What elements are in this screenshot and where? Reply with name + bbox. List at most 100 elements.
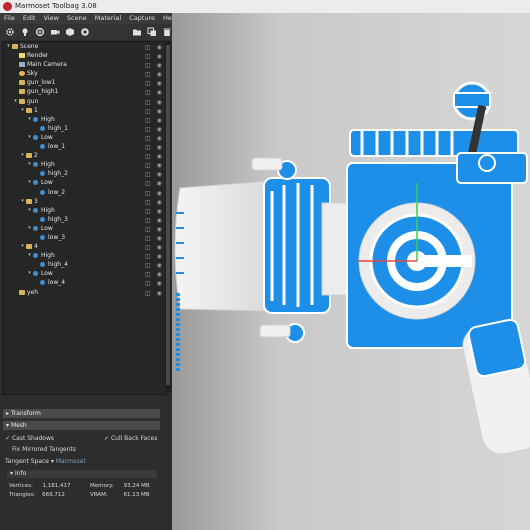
outline-item[interactable]: ▾ Scene ◫ ◉ xyxy=(3,42,165,51)
check-icon: ✓ xyxy=(5,435,11,442)
outline-item[interactable]: low_3 ◫ ◉ xyxy=(3,233,165,242)
render-icon xyxy=(19,53,25,59)
outline-item[interactable]: ▾ High ◫ ◉ xyxy=(3,206,165,215)
outline-item-label: low_4 xyxy=(48,279,66,287)
outline-item[interactable]: ▾ High ◫ ◉ xyxy=(3,115,165,124)
collapse-arrow-icon: ▾ xyxy=(10,470,14,477)
delete-icon[interactable] xyxy=(161,27,172,38)
outline-item-label: Low xyxy=(41,224,53,232)
triangles-label: Triangles: xyxy=(9,492,36,498)
gear-icon[interactable] xyxy=(4,27,15,38)
outline-item[interactable]: ▾ Low ◫ ◉ xyxy=(3,178,165,187)
folder-icon xyxy=(19,80,25,86)
outline-item[interactable]: ▾ Low ◫ ◉ xyxy=(3,224,165,233)
outline-item[interactable]: low_2 ◫ ◉ xyxy=(3,188,165,197)
outline-item[interactable]: low_4 ◫ ◉ xyxy=(3,278,165,287)
cast-shadows-checkbox[interactable]: ✓ Cast Shadows xyxy=(5,435,54,443)
duplicate-icon[interactable] xyxy=(146,27,157,38)
outline-scrollbar[interactable] xyxy=(165,41,171,393)
mesh-section-header[interactable]: ▾ Mesh xyxy=(3,421,160,430)
outline-item[interactable]: high_3 ◫ ◉ xyxy=(3,215,165,224)
fix-mirrored-tangents-label: Fix Mirrored Tangents xyxy=(12,446,77,453)
outline-item-label: gun_high1 xyxy=(27,88,59,96)
collapse-arrow-icon[interactable]: ▾ xyxy=(27,224,32,233)
outline-item[interactable]: high_1 ◫ ◉ xyxy=(3,124,165,133)
dropdown-arrow-icon: ▾ xyxy=(50,458,54,465)
outline-item-label: low_2 xyxy=(48,188,66,196)
menu-material[interactable]: Material xyxy=(91,13,125,24)
collapse-arrow-icon[interactable]: ▾ xyxy=(27,115,32,124)
outline-item[interactable]: ▾ 3 ◫ ◉ xyxy=(3,197,165,206)
scene-toolbar xyxy=(0,24,172,41)
transform-section-header[interactable]: ▸ Transform xyxy=(3,409,160,418)
outline-item[interactable]: Sky ◫ ◉ xyxy=(3,69,165,78)
outline-item[interactable]: ▾ Low ◫ ◉ xyxy=(3,133,165,142)
mesh-icon xyxy=(40,144,45,150)
collapse-arrow-icon[interactable]: ▾ xyxy=(27,178,32,187)
cull-back-faces-checkbox[interactable]: ✓ Cull Back Faces xyxy=(104,435,157,443)
folder-icon xyxy=(19,89,25,95)
folder-icon[interactable] xyxy=(131,27,142,38)
vram-row: VRAM: 61.13 MB xyxy=(90,491,150,499)
collapse-arrow-icon[interactable]: ▾ xyxy=(20,151,25,160)
collapse-arrow-icon[interactable]: ▾ xyxy=(13,97,18,106)
object-icon[interactable] xyxy=(64,27,75,38)
menu-edit[interactable]: Edit xyxy=(19,13,40,24)
camera-icon[interactable] xyxy=(49,27,60,38)
menu-capture[interactable]: Capture xyxy=(125,13,159,24)
outline-item[interactable]: ▾ High ◫ ◉ xyxy=(3,251,165,260)
outline-item[interactable]: ▾ 2 ◫ ◉ xyxy=(3,151,165,160)
cull-back-faces-label: Cull Back Faces xyxy=(110,435,158,442)
collapse-arrow-icon[interactable]: ▾ xyxy=(20,197,25,206)
outline-item-label: Main Camera xyxy=(27,61,67,69)
vertices-value: 1,181,417 xyxy=(42,483,71,489)
collapse-arrow-icon[interactable]: ▾ xyxy=(27,133,32,142)
vertices-label: Vertices: xyxy=(9,483,33,489)
menu-file[interactable]: File xyxy=(0,13,19,24)
outline-item[interactable]: high_2 ◫ ◉ xyxy=(3,169,165,178)
outline-item[interactable]: Render ◫ ◉ xyxy=(3,51,165,60)
tangent-space-select[interactable]: Marmoset xyxy=(56,458,86,465)
outline-item-label: 4 xyxy=(34,243,38,251)
mesh-icon xyxy=(40,189,45,195)
menu-view[interactable]: View xyxy=(39,13,62,24)
outline-item[interactable]: ▾ Low ◫ ◉ xyxy=(3,269,165,278)
tangent-space-row: Tangent Space ▾ Marmoset xyxy=(5,458,86,466)
outline-item[interactable]: low_1 ◫ ◉ xyxy=(3,142,165,151)
outline-item-label: High xyxy=(41,115,55,123)
outline-item[interactable]: ▾ 4 ◫ ◉ xyxy=(3,242,165,251)
outline-item[interactable]: high_4 ◫ ◉ xyxy=(3,260,165,269)
collapse-arrow-icon[interactable]: ▾ xyxy=(27,206,32,215)
info-section-header[interactable]: ▾ Info xyxy=(7,470,157,478)
outline-item[interactable]: ▾ High ◫ ◉ xyxy=(3,160,165,169)
visibility-icon[interactable]: ◫ ◉ xyxy=(145,289,164,298)
outline-item[interactable]: yeh ◫ ◉ xyxy=(3,288,165,297)
collapse-arrow-icon[interactable]: ▾ xyxy=(20,106,25,115)
outline-item-label: Low xyxy=(41,133,53,141)
mesh-icon xyxy=(33,271,38,277)
gun-model-render xyxy=(174,81,530,455)
vertices-row: Vertices: 1,181,417 xyxy=(9,482,71,490)
menu-scene[interactable]: Scene xyxy=(63,13,91,24)
collapse-arrow-icon[interactable]: ▾ xyxy=(6,42,11,51)
collapse-arrow-icon[interactable]: ▾ xyxy=(20,242,25,251)
light-icon[interactable] xyxy=(19,27,30,38)
outline-item[interactable]: gun_high1 ◫ ◉ xyxy=(3,87,165,96)
outline-item-label: 1 xyxy=(34,106,38,114)
3d-viewport[interactable] xyxy=(172,13,530,530)
scrollbar-thumb[interactable] xyxy=(166,45,170,385)
check-icon: ✓ xyxy=(104,435,110,442)
outline-item[interactable]: ▾ 1 ◫ ◉ xyxy=(3,106,165,115)
folder-icon xyxy=(12,44,18,49)
folder-icon xyxy=(19,289,25,295)
fix-mirrored-tangents-checkbox[interactable]: Fix Mirrored Tangents xyxy=(12,446,76,454)
collapse-arrow-icon[interactable]: ▾ xyxy=(27,269,32,278)
render-icon[interactable] xyxy=(79,27,90,38)
mesh-icon xyxy=(40,216,45,222)
collapse-arrow-icon[interactable]: ▾ xyxy=(27,160,32,169)
outline-item[interactable]: Main Camera ◫ ◉ xyxy=(3,60,165,69)
outline-item[interactable]: gun_low1 ◫ ◉ xyxy=(3,78,165,87)
collapse-arrow-icon[interactable]: ▾ xyxy=(27,251,32,260)
sky-icon[interactable] xyxy=(34,27,45,38)
outline-item[interactable]: ▾ gun ◫ ◉ xyxy=(3,97,165,106)
